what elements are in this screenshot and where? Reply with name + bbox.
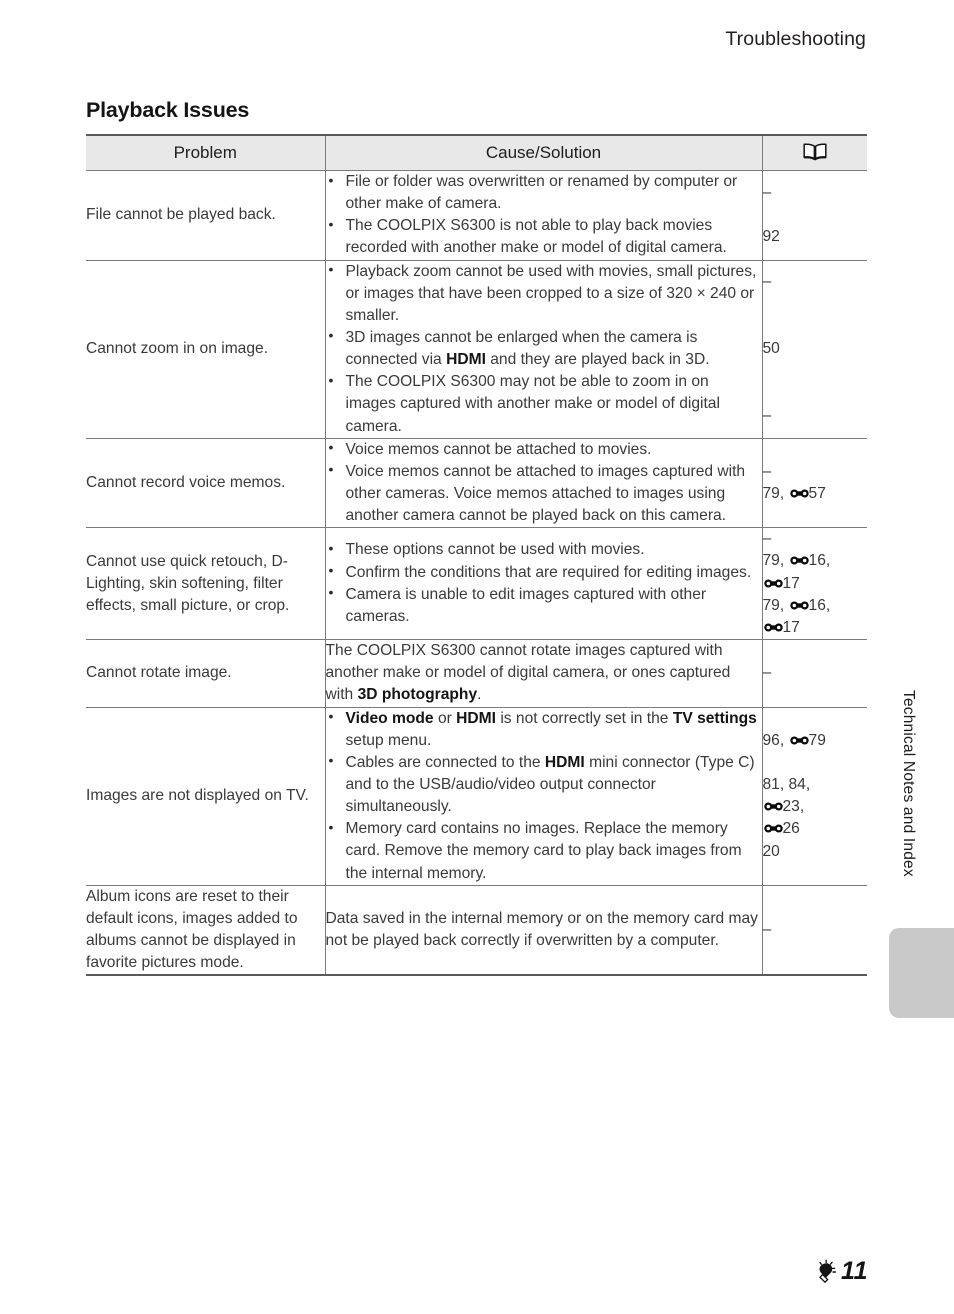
e-section-icon (789, 555, 809, 566)
troubleshooting-table: Problem Cause/Solution File cannot be pl… (86, 134, 868, 977)
bullet-list: Playback zoom cannot be used with movies… (326, 260, 762, 438)
cell-reference: – 92 (761, 170, 868, 261)
list-item: Playback zoom cannot be used with movies… (326, 260, 762, 327)
bullet-list: Video mode or HDMI is not correctly set … (326, 707, 762, 885)
list-item: These options cannot be used with movies… (326, 539, 762, 561)
reference-line: – (762, 406, 772, 424)
running-head: Troubleshooting (725, 28, 866, 50)
table-row: Cannot record voice memos. Voice memos c… (86, 437, 867, 528)
lightbulb-icon (813, 1259, 839, 1285)
list-item: The COOLPIX S6300 is not able to play ba… (326, 215, 762, 259)
reference-line: 81, 84, (762, 775, 811, 793)
cell-problem: Album icons are reset to their default i… (86, 884, 326, 977)
reference-line: – (762, 462, 772, 480)
reference-line: – (762, 664, 772, 682)
reference-line-spacer (763, 316, 868, 338)
table-row: Cannot use quick retouch, D-Lighting, sk… (86, 527, 868, 640)
reference-line-spacer (763, 382, 868, 404)
cell-cause-solution: Playback zoom cannot be used with movies… (324, 259, 763, 439)
e-section-icon (789, 600, 809, 611)
table-row: Cannot zoom in on image. Playback zoom c… (86, 259, 868, 439)
table-row: Album icons are reset to their default i… (86, 884, 867, 977)
e-section-icon (789, 488, 809, 499)
list-item: Memory card contains no images. Replace … (326, 818, 762, 884)
bullet-list: File or folder was overwritten or rename… (326, 170, 762, 260)
reference-line: 79, 57 (762, 484, 826, 502)
e-section-icon (763, 801, 783, 812)
page-number: 11 (841, 1257, 868, 1285)
list-item: Voice memos cannot be attached to movies… (326, 438, 762, 461)
bullet-list: These options cannot be used with movies… (326, 539, 762, 628)
reference-line: 92 (762, 228, 780, 246)
cell-reference: – 79, 16, 17 79, 16, 17 (761, 527, 868, 640)
list-item: Cables are connected to the HDMI mini co… (326, 751, 762, 818)
reference-line: 20 (762, 842, 780, 860)
page-footer: 11 (813, 1257, 868, 1286)
cell-reference: – 50 – (761, 259, 868, 439)
list-item: 3D images cannot be enlarged when the ca… (326, 326, 762, 371)
paragraph: The COOLPIX S6300 cannot rotate images c… (325, 642, 731, 704)
table-header-row: Problem Cause/Solution (86, 134, 867, 171)
list-item: The COOLPIX S6300 may not be able to zoo… (326, 371, 762, 437)
column-header-problem: Problem (86, 134, 326, 171)
book-icon (803, 143, 827, 161)
bullet-list: Voice memos cannot be attached to movies… (326, 438, 762, 528)
cell-cause-solution: The COOLPIX S6300 cannot rotate images c… (324, 639, 763, 708)
cell-reference: – (761, 884, 867, 977)
reference-line: – (762, 273, 772, 291)
cell-cause-solution: Data saved in the internal memory or on … (324, 884, 763, 977)
table-body: File cannot be played back. File or fold… (86, 170, 868, 977)
reference-line-spacer (763, 294, 868, 316)
cell-problem: Cannot record voice memos. (86, 437, 326, 528)
e-section-icon (789, 735, 809, 746)
list-item: Voice memos cannot be attached to images… (326, 460, 762, 527)
reference-line: 26 (763, 818, 868, 840)
reference-line: 17 (763, 573, 868, 595)
paragraph: Data saved in the internal memory or on … (325, 909, 758, 950)
cell-problem: Images are not displayed on TV. (86, 706, 326, 886)
cell-problem: File cannot be played back. (86, 170, 326, 261)
cell-cause-solution: File or folder was overwritten or rename… (324, 170, 763, 261)
page-title: Playback Issues (86, 98, 250, 123)
cell-cause-solution: These options cannot be used with movies… (324, 527, 763, 640)
cell-reference: 96, 79 81, 84, 23, 26 20 (761, 706, 868, 886)
cell-cause-solution: Video mode or HDMI is not correctly set … (324, 706, 763, 886)
cell-reference: – (761, 639, 867, 708)
e-section-icon (763, 578, 783, 589)
cell-problem: Cannot rotate image. (86, 639, 326, 708)
reference-line-spacer (763, 752, 868, 774)
list-item: Camera is unable to edit images captured… (326, 583, 762, 628)
list-item: Video mode or HDMI is not correctly set … (326, 707, 762, 752)
side-tab-label: Technical Notes and Index (900, 690, 917, 877)
column-header-reference (761, 134, 867, 171)
column-header-cause-solution: Cause/Solution (324, 134, 763, 171)
table-row: Images are not displayed on TV. Video mo… (86, 706, 868, 886)
side-tab-marker (889, 928, 954, 1018)
cell-problem: Cannot zoom in on image. (86, 259, 326, 439)
reference-line: – (762, 184, 772, 201)
e-section-icon (763, 823, 783, 834)
troubleshooting-table-wrapper: Problem Cause/Solution File cannot be pl… (86, 134, 868, 977)
cell-reference: – 79, 57 (761, 437, 867, 528)
reference-line: 23, (763, 796, 868, 818)
list-item: File or folder was overwritten or rename… (326, 170, 762, 215)
reference-line: – (762, 920, 772, 938)
cell-problem: Cannot use quick retouch, D-Lighting, sk… (86, 527, 326, 640)
reference-line: 17 (763, 617, 868, 639)
reference-line: 79, 16, (762, 596, 831, 614)
e-section-icon (763, 622, 783, 633)
table-row: File cannot be played back. File or fold… (86, 170, 868, 261)
reference-line-spacer (763, 360, 868, 382)
cell-cause-solution: Voice memos cannot be attached to movies… (324, 437, 763, 528)
reference-line: 79, 16, (762, 552, 831, 570)
reference-line: – (762, 530, 772, 548)
reference-line: 50 (762, 340, 780, 358)
reference-line: 96, 79 (762, 731, 826, 749)
reference-line-spacer (763, 204, 868, 226)
list-item: Confirm the conditions that are required… (326, 561, 762, 584)
table-row: Cannot rotate image. The COOLPIX S6300 c… (86, 639, 867, 708)
